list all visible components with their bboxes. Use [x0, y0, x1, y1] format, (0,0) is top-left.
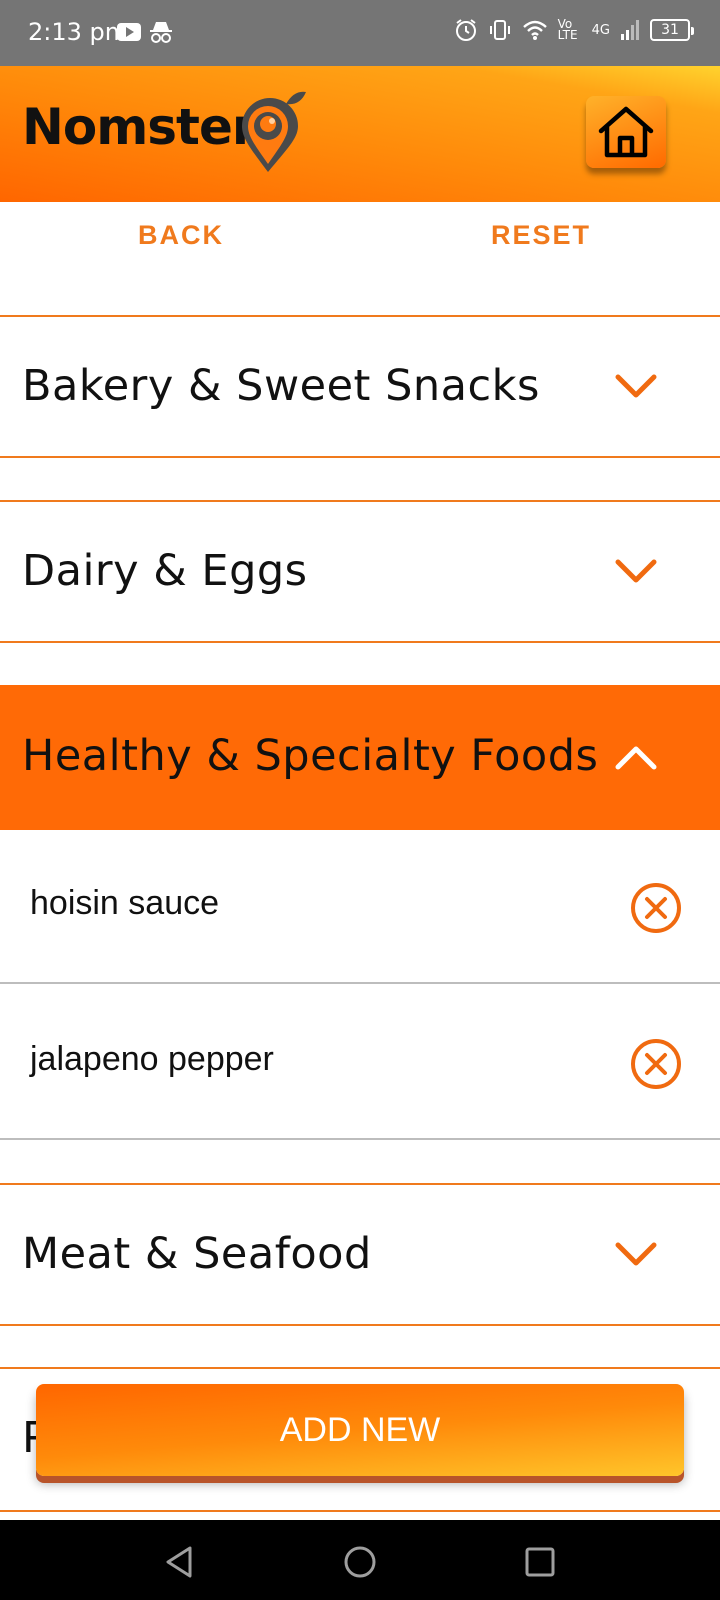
category-label: Dairy & Eggs: [22, 546, 308, 596]
volte-indicator: Vo LTE: [557, 17, 578, 42]
alarm-icon: [455, 19, 476, 41]
category-label: Healthy & Specialty Foods: [22, 731, 599, 781]
home-nav-icon[interactable]: [340, 1542, 380, 1582]
remove-item-button[interactable]: [630, 1038, 682, 1090]
category-meat[interactable]: Meat & Seafood: [0, 1183, 720, 1326]
list-item: jalapeno pepper: [0, 986, 720, 1140]
category-label: Meat & Seafood: [22, 1229, 372, 1279]
category-label: Bakery & Sweet Snacks: [22, 361, 540, 411]
item-label: hoisin sauce: [30, 884, 220, 922]
status-time: 2:13 pm: [28, 18, 129, 46]
action-row: BACK RESET: [0, 202, 720, 314]
app-header: Nomster: [0, 66, 720, 202]
chevron-down-icon: [615, 374, 657, 398]
home-button[interactable]: [586, 96, 666, 168]
chevron-down-icon: [615, 559, 657, 583]
chevron-up-icon: [615, 746, 657, 770]
category-dairy[interactable]: Dairy & Eggs: [0, 500, 720, 643]
category-bakery[interactable]: Bakery & Sweet Snacks: [0, 315, 720, 458]
back-nav-icon[interactable]: [160, 1542, 200, 1582]
add-new-button[interactable]: ADD NEW: [36, 1384, 684, 1476]
wifi-icon: [522, 20, 547, 40]
category-healthy[interactable]: Healthy & Specialty Foods: [0, 685, 720, 830]
navigation-bar: [0, 1520, 720, 1600]
chevron-down-icon: [615, 1242, 657, 1266]
list-item: hoisin sauce: [0, 830, 720, 984]
back-button[interactable]: BACK: [138, 220, 224, 251]
battery-icon: 31: [650, 19, 694, 41]
screen: { "status_bar": { "time": "2:13 pm", "ba…: [0, 0, 720, 1600]
home-icon: [598, 106, 654, 158]
item-label: jalapeno pepper: [30, 1040, 274, 1078]
status-left-icons: [116, 20, 174, 44]
remove-item-button[interactable]: [630, 882, 682, 934]
vibrate-icon: [489, 20, 510, 40]
reset-button[interactable]: RESET: [491, 220, 591, 251]
logo-icon: [242, 91, 306, 172]
signal-icon: [621, 20, 639, 40]
youtube-icon: [117, 23, 141, 41]
status-bar: 2:13 pm Vo LTE 4G 31: [0, 0, 720, 66]
app-name: Nomster: [22, 98, 257, 156]
incognito-icon: [150, 22, 172, 43]
network-type: 4G: [591, 22, 610, 38]
status-right-icons: Vo LTE 4G 31: [454, 17, 694, 42]
recents-nav-icon[interactable]: [520, 1542, 560, 1582]
